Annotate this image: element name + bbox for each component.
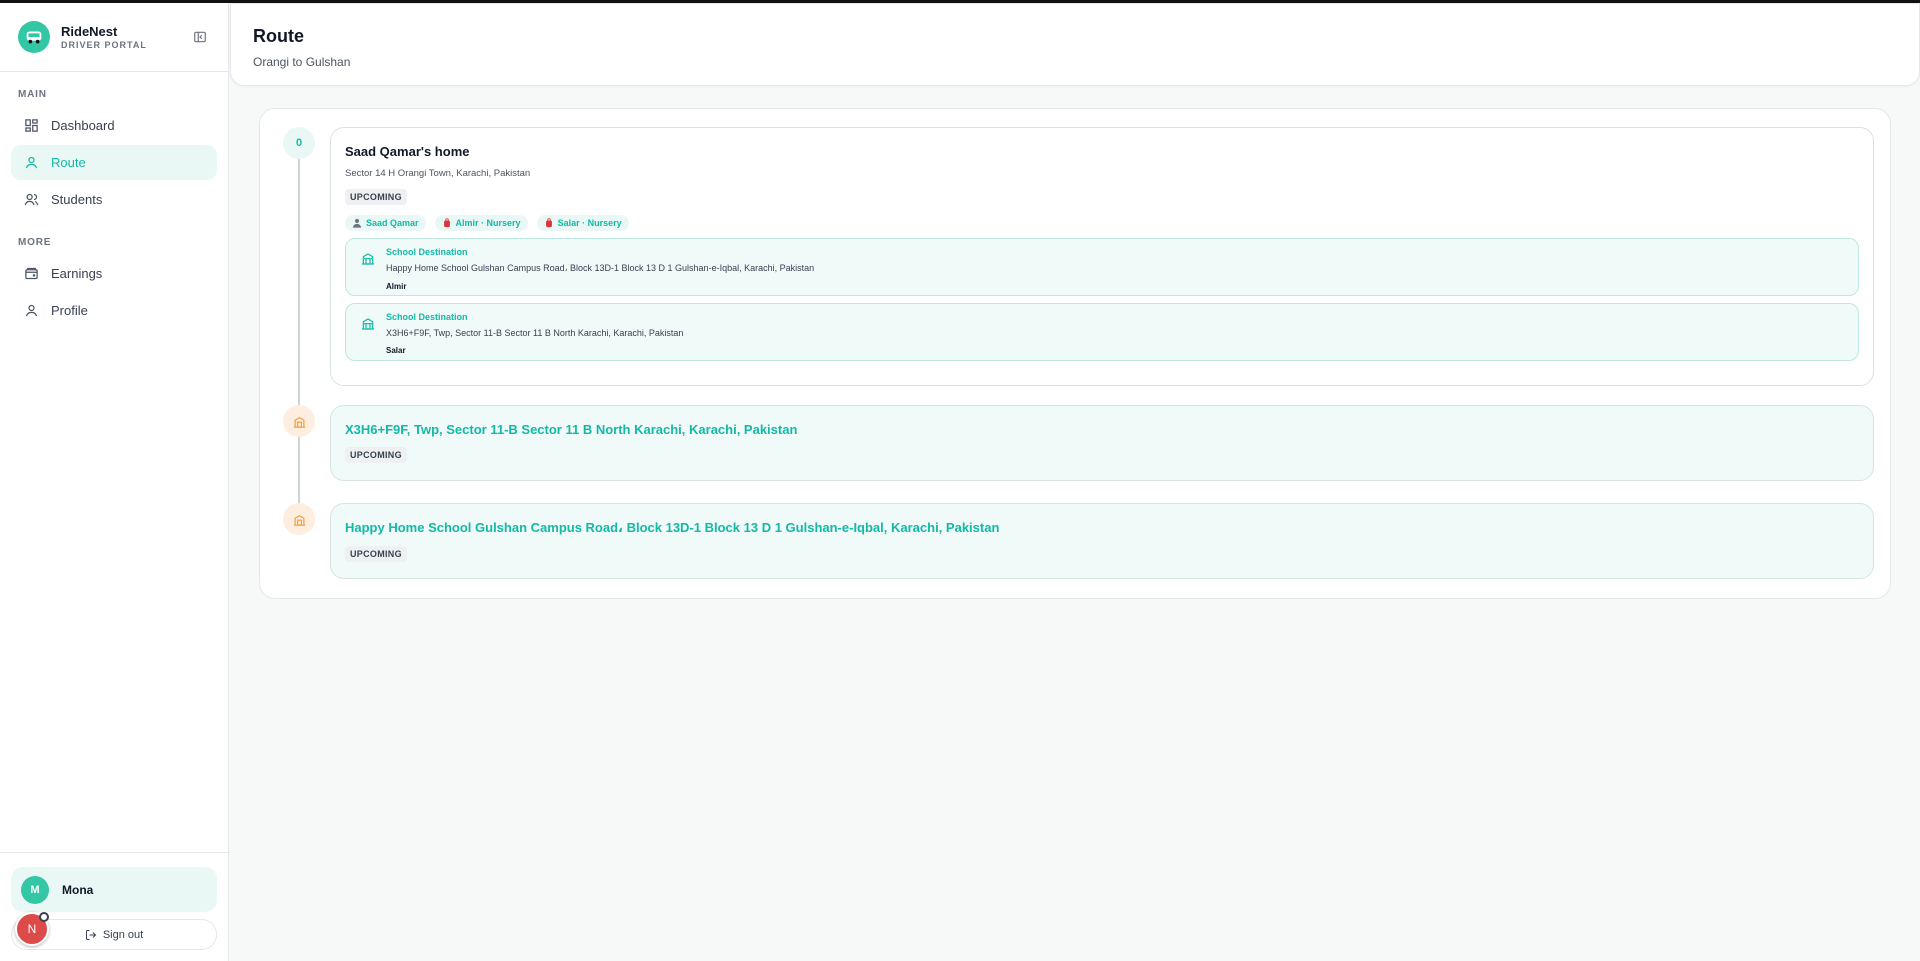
destination-label: School Destination [386,312,468,322]
school-stop-marker [283,503,315,535]
passenger-tag-student: Salar · Nursery [536,215,629,231]
students-icon [23,192,39,208]
destination-address: Happy Home School Gulshan Campus Road، B… [386,263,815,273]
panel-left-icon [194,31,206,43]
destination-address: X3H6+F9F, Twp, Sector 11-B Sector 11 B N… [386,328,684,338]
brand-logo-icon [18,21,50,53]
destination-student: Almir [386,282,407,291]
tag-label: Almir · Nursery [455,218,521,228]
nav-section-main: MAIN [18,89,47,100]
sidebar-item-label: Earnings [51,266,103,281]
avatar: M [21,875,49,904]
dev-indicator-dot [39,912,49,922]
sign-out-label: Sign out [102,928,144,941]
stop-number-marker: 0 [283,127,315,159]
sidebar-item-profile[interactable]: Profile [11,293,217,328]
dev-badge-letter: N [27,922,37,936]
school-stop-marker [283,405,315,437]
sidebar-footer: M Mona N Sign out [0,852,228,961]
passenger-tags: Saad Qamar Almir · Nursery Salar · Nurse… [345,215,1859,231]
school-icon [293,514,305,526]
user-name: Mona [62,882,94,897]
route-timeline: 0 Saad Qamar's home Sector 14 H Orangi T… [259,108,1891,599]
school-icon [360,315,376,331]
stop-card-school[interactable]: Happy Home School Gulshan Campus Road، B… [330,503,1874,579]
sign-out-icon [85,929,97,941]
stop-card-school[interactable]: X3H6+F9F, Twp, Sector 11-B Sector 11 B N… [330,405,1874,481]
dashboard-icon [23,118,39,134]
passenger-tag-student: Almir · Nursery [434,215,528,231]
school-destination-card: School Destination Happy Home School Gul… [345,238,1859,296]
user-icon [23,303,39,319]
timeline-connector [298,159,300,512]
stop-card-home[interactable]: Saad Qamar's home Sector 14 H Orangi Tow… [330,127,1874,386]
wallet-icon [23,266,39,282]
status-badge: UPCOMING [345,189,407,205]
stop-address: Sector 14 H Orangi Town, Karachi, Pakist… [345,168,531,179]
status-badge: UPCOMING [345,447,407,463]
sidebar-item-dashboard[interactable]: Dashboard [11,108,217,143]
sidebar-item-label: Dashboard [51,118,115,133]
route-icon [23,155,39,171]
sidebar-item-earnings[interactable]: Earnings [11,256,217,291]
brand-name: RideNest [61,23,118,39]
sidebar-item-label: Profile [51,303,88,318]
sidebar-item-route[interactable]: Route [11,145,217,180]
status-badge: UPCOMING [345,546,407,562]
sidebar-item-label: Students [51,192,103,207]
school-icon [293,416,305,428]
destination-student: Salar [386,346,406,355]
sidebar: RideNest DRIVER PORTAL MAIN Dashboard Ro… [0,3,229,961]
backpack-icon [544,218,554,228]
sign-out-button[interactable]: N Sign out [11,912,217,950]
brand-header: RideNest DRIVER PORTAL [0,3,228,72]
person-icon [352,218,362,228]
user-card[interactable]: M Mona [11,867,217,912]
backpack-icon [442,218,452,228]
tag-label: Salar · Nursery [557,218,622,228]
brand-subtitle: DRIVER PORTAL [61,39,147,50]
stop-title[interactable]: Happy Home School Gulshan Campus Road، B… [345,520,1859,536]
sidebar-item-label: Route [51,155,86,170]
school-icon [360,250,376,266]
stop-title[interactable]: X3H6+F9F, Twp, Sector 11-B Sector 11 B N… [345,422,1859,437]
dev-tools-badge[interactable]: N [15,912,49,946]
sidebar-item-students[interactable]: Students [11,182,217,217]
route-name: Orangi to Gulshan [253,55,351,69]
passenger-tag-parent: Saad Qamar [345,215,426,231]
page-title: Route [253,26,304,46]
destination-label: School Destination [386,247,468,257]
nav-section-more: MORE [18,237,52,248]
collapse-sidebar-button[interactable] [190,27,210,47]
page-header: Route Orangi to Gulshan [230,3,1920,86]
stop-title: Saad Qamar's home [345,144,470,159]
school-destination-card: School Destination X3H6+F9F, Twp, Sector… [345,303,1859,361]
tag-label: Saad Qamar [366,218,419,228]
